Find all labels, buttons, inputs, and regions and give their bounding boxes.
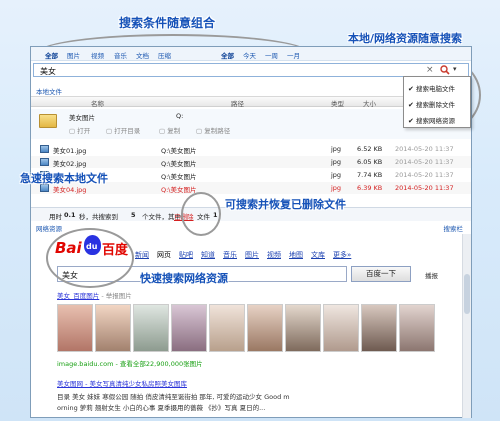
folder-action-open[interactable]: ▢ 打开 [69,125,90,135]
web-sidebar-label: 播报 [425,272,438,280]
chevron-down-icon[interactable]: ▾ [453,65,457,73]
filter-type-docs[interactable]: 文档 [136,50,149,60]
highlight-baidu-ellipse [46,228,134,288]
status-time: 0.1 [64,211,76,219]
annotation-source-select: 本地/网络资源随意搜索 [348,32,463,45]
image-thumbnail[interactable] [361,304,397,352]
source-dropdown-menu: ✔ 搜索电脑文件 ✔ 搜索删除文件 ✔ 搜索网络资源 [403,76,471,128]
status-time-suffix: 秒，共搜索到 [79,213,118,221]
filter-time-month[interactable]: 一月 [287,50,300,60]
result-images-title[interactable]: 美女_百度图片 - 举报图片 [57,290,132,300]
highlight-status-ellipse [181,192,221,236]
search-input-value: 美女 [40,67,56,76]
local-files-title: 本地文件 [36,88,62,96]
result2-snippet-line2: orning 萝莉 翘射女生 小白的心事 夏季摄用的蔷薇 《抄》写真 夏日的..… [57,404,266,412]
folder-action-copy-path[interactable]: ▢ 复制路径 [196,125,230,135]
web-tab-zhidao[interactable]: 知道 [201,250,215,260]
filter-type-all[interactable]: 全部 [45,50,58,60]
result2-snippet-line1: 目录 美女 妹妹 寒假公园 随拍 俏皮清纯至诞街拍 那年, 可爱的运动少女 Go… [57,393,290,401]
file-name: 美女02.jpg [53,160,87,168]
image-thumbnail[interactable] [399,304,435,352]
column-type[interactable]: 类型 [331,98,344,108]
folder-icon [39,114,57,128]
file-type: jpg [331,145,342,153]
filter-bar: 全部 图片 视频 音乐 文档 压缩 全部 今天 一周 一月 [31,47,471,61]
image-file-icon [40,158,49,166]
filter-type-music[interactable]: 音乐 [114,50,127,60]
annotation-recover: 可搜索并恢复已删除文件 [225,198,346,211]
baidu-search-button[interactable]: 百度一下 [351,266,411,282]
check-icon: ✔ [408,101,414,109]
file-type: jpg [331,184,342,192]
file-row[interactable]: 美女02.jpg Q:\美女图片 jpg 6.05 KB 2014-05-20 … [31,156,471,168]
image-thumbnail[interactable] [133,304,169,352]
file-type: jpg [331,158,342,166]
web-tab-maps[interactable]: 地图 [289,250,303,260]
filter-time-week[interactable]: 一周 [265,50,278,60]
search-input[interactable]: 美女 × ▾ [33,63,469,77]
image-thumbnail[interactable] [247,304,283,352]
file-size: 6.05 KB [357,158,383,166]
column-name[interactable]: 名称 [91,98,104,108]
web-resources-title: 网络资源 [36,225,62,233]
status-count: 5 [131,211,136,219]
annotation-fast-web: 快速搜索网络资源 [140,272,228,285]
annotation-combo-search: 搜索条件随意组合 [119,16,216,30]
web-scrollbar[interactable] [462,234,471,418]
status-time-prefix: 用时 [49,213,62,221]
web-tab-images[interactable]: 图片 [245,250,259,260]
file-size: 6.39 KB [357,184,383,192]
folder-path: Q: [176,112,184,120]
filter-time-today[interactable]: 今天 [243,50,256,60]
clear-icon[interactable]: × [426,65,434,75]
images-caption: image.baidu.com - 查看全部22,900,000张图片 [57,360,203,368]
web-tab-wenku[interactable]: 文库 [311,250,325,260]
result2-title[interactable]: 美女图网 - 美女写真清纯少女私房照美女图库 [57,378,187,388]
image-thumbnail[interactable] [95,304,131,352]
menu-item-search-deleted[interactable]: ✔ 搜索删除文件 [408,99,455,109]
check-icon: ✔ [408,85,414,93]
file-size: 7.74 KB [357,171,383,179]
web-tab-news[interactable]: 新闻 [135,250,149,260]
check-icon: ✔ [408,117,414,125]
image-thumbnail[interactable] [209,304,245,352]
filter-type-images[interactable]: 图片 [67,50,80,60]
filter-type-archives[interactable]: 压缩 [158,50,171,60]
image-thumbnail[interactable] [323,304,359,352]
file-path: Q:\美女图片 [161,160,197,168]
file-date: 2014-05-20 11:37 [395,158,454,166]
file-path: Q:\美女图片 [161,186,197,194]
file-name: 美女01.jpg [53,147,87,155]
folder-name: 美女图片 [69,114,95,122]
folder-action-copy[interactable]: ▢ 复制 [159,125,180,135]
file-date: 2014-05-20 11:37 [395,171,454,179]
file-date: 2014-05-20 11:37 [395,145,454,153]
web-tab-more[interactable]: 更多» [333,250,351,260]
web-tab-video[interactable]: 视频 [267,250,281,260]
filter-type-video[interactable]: 视频 [91,50,104,60]
menu-item-search-pc[interactable]: ✔ 搜索电脑文件 [408,83,455,93]
web-nav-link[interactable]: 搜索栏 [444,223,464,233]
file-path: Q:\美女图片 [161,147,197,155]
web-tab-music[interactable]: 音乐 [223,250,237,260]
image-thumbnail[interactable] [285,304,321,352]
web-tab-web[interactable]: 网页 [157,250,171,260]
column-size[interactable]: 大小 [363,98,376,108]
image-thumbnail[interactable] [57,304,93,352]
file-path: Q:\美女图片 [161,173,197,181]
file-size: 6.52 KB [357,145,383,153]
image-file-icon [40,145,49,153]
file-type: jpg [331,171,342,179]
image-thumbnail[interactable] [171,304,207,352]
file-row[interactable]: 美女01.jpg Q:\美女图片 jpg 6.52 KB 2014-05-20 … [31,143,471,155]
menu-item-search-web[interactable]: ✔ 搜索网络资源 [408,115,455,125]
column-path[interactable]: 路径 [231,98,244,108]
file-date: 2014-05-20 11:37 [395,184,454,192]
filter-time-all[interactable]: 全部 [221,50,234,60]
web-tab-tieba[interactable]: 贴吧 [179,250,193,260]
annotation-fast-local: 急速搜索本地文件 [20,172,108,185]
folder-action-open-dir[interactable]: ▢ 打开目录 [106,125,140,135]
